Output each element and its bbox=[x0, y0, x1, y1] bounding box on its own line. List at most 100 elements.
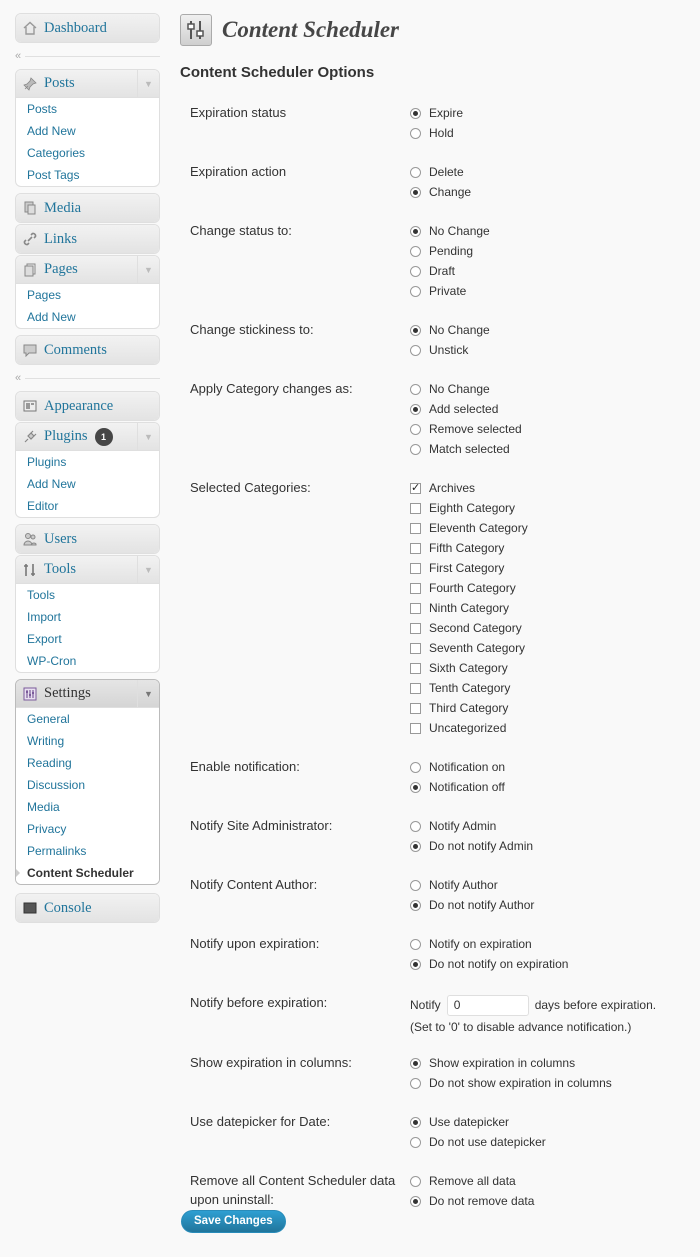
radio-choice[interactable]: Add selected bbox=[410, 399, 690, 419]
radio-choice[interactable]: Private bbox=[410, 281, 690, 301]
radio-choice[interactable]: Change bbox=[410, 182, 690, 202]
radio-button[interactable] bbox=[410, 899, 421, 911]
submenu-item[interactable]: WP-Cron bbox=[16, 650, 159, 672]
menu-head-pages[interactable]: Pages ▼ bbox=[16, 256, 159, 284]
radio-button[interactable] bbox=[410, 265, 421, 277]
radio-button[interactable] bbox=[410, 225, 421, 237]
submenu-item[interactable]: Pages bbox=[16, 284, 159, 306]
radio-button[interactable] bbox=[410, 443, 421, 455]
checkbox[interactable] bbox=[410, 682, 421, 694]
checkbox[interactable] bbox=[410, 702, 421, 714]
menu-links[interactable]: Links bbox=[15, 224, 160, 254]
menu-plugins[interactable]: Plugins 1 ▼ Plugins Add New Editor bbox=[15, 422, 160, 518]
submenu-item[interactable]: Editor bbox=[16, 495, 159, 517]
radio-choice[interactable]: No Change bbox=[410, 221, 690, 241]
radio-choice[interactable]: Unstick bbox=[410, 340, 690, 360]
menu-pages[interactable]: Pages ▼ Pages Add New bbox=[15, 255, 160, 329]
chevron-down-icon[interactable]: ▼ bbox=[137, 70, 159, 97]
radio-button[interactable] bbox=[410, 423, 421, 435]
menu-dashboard[interactable]: Dashboard bbox=[15, 13, 160, 43]
radio-choice[interactable]: Do not notify Author bbox=[410, 895, 690, 915]
radio-button[interactable] bbox=[410, 1136, 421, 1148]
submenu-item[interactable]: Reading bbox=[16, 752, 159, 774]
radio-button[interactable] bbox=[410, 107, 421, 119]
menu-head-settings[interactable]: Settings ▼ bbox=[16, 680, 159, 708]
menu-appearance[interactable]: Appearance bbox=[15, 391, 160, 421]
radio-choice[interactable]: Show expiration in columns bbox=[410, 1053, 690, 1073]
checkbox-choice[interactable]: Tenth Category bbox=[410, 678, 690, 698]
radio-choice[interactable]: Notification on bbox=[410, 757, 690, 777]
checkbox[interactable] bbox=[410, 542, 421, 554]
checkbox[interactable] bbox=[410, 522, 421, 534]
menu-head-comments[interactable]: Comments bbox=[16, 336, 159, 364]
menu-console[interactable]: Console bbox=[15, 893, 160, 923]
checkbox-choice[interactable]: Uncategorized bbox=[410, 718, 690, 738]
checkbox-choice[interactable]: Sixth Category bbox=[410, 658, 690, 678]
chevron-down-icon[interactable]: ▼ bbox=[137, 256, 159, 283]
menu-head-dashboard[interactable]: Dashboard bbox=[16, 14, 159, 42]
submenu-item[interactable]: Privacy bbox=[16, 818, 159, 840]
radio-button[interactable] bbox=[410, 285, 421, 297]
checkbox[interactable] bbox=[410, 562, 421, 574]
checkbox-choice[interactable]: Eighth Category bbox=[410, 498, 690, 518]
radio-choice[interactable]: Expire bbox=[410, 103, 690, 123]
submenu-item[interactable]: Import bbox=[16, 606, 159, 628]
menu-comments[interactable]: Comments bbox=[15, 335, 160, 365]
radio-choice[interactable]: Do not use datepicker bbox=[410, 1132, 690, 1152]
radio-button[interactable] bbox=[410, 879, 421, 891]
radio-button[interactable] bbox=[410, 344, 421, 356]
radio-choice[interactable]: Remove selected bbox=[410, 419, 690, 439]
submenu-item[interactable]: Plugins bbox=[16, 451, 159, 473]
checkbox[interactable] bbox=[410, 642, 421, 654]
submenu-item[interactable]: Media bbox=[16, 796, 159, 818]
menu-tools[interactable]: Tools ▼ Tools Import Export WP-Cron bbox=[15, 555, 160, 673]
chevron-down-icon[interactable]: ▼ bbox=[137, 556, 159, 583]
menu-users[interactable]: Users bbox=[15, 524, 160, 554]
save-changes-button[interactable]: Save Changes bbox=[181, 1210, 286, 1233]
radio-button[interactable] bbox=[410, 1077, 421, 1089]
menu-head-links[interactable]: Links bbox=[16, 225, 159, 253]
menu-head-media[interactable]: Media bbox=[16, 194, 159, 222]
submenu-item[interactable]: Export bbox=[16, 628, 159, 650]
checkbox-choice[interactable]: Seventh Category bbox=[410, 638, 690, 658]
submenu-item[interactable]: Add New bbox=[16, 473, 159, 495]
checkbox[interactable]: ✓ bbox=[410, 482, 421, 494]
submenu-item[interactable]: Posts bbox=[16, 98, 159, 120]
submenu-item[interactable]: Discussion bbox=[16, 774, 159, 796]
radio-button[interactable] bbox=[410, 383, 421, 395]
radio-choice[interactable]: Delete bbox=[410, 162, 690, 182]
checkbox-choice[interactable]: Fifth Category bbox=[410, 538, 690, 558]
menu-head-posts[interactable]: Posts ▼ bbox=[16, 70, 159, 98]
menu-head-plugins[interactable]: Plugins 1 ▼ bbox=[16, 423, 159, 451]
checkbox[interactable] bbox=[410, 662, 421, 674]
menu-posts[interactable]: Posts ▼ Posts Add New Categories Post Ta… bbox=[15, 69, 160, 187]
notify-days-input[interactable] bbox=[446, 994, 529, 1016]
radio-choice[interactable]: Notification off bbox=[410, 777, 690, 797]
checkbox[interactable] bbox=[410, 602, 421, 614]
submenu-item-current[interactable]: Content Scheduler bbox=[16, 862, 159, 884]
menu-head-appearance[interactable]: Appearance bbox=[16, 392, 159, 420]
radio-choice[interactable]: Draft bbox=[410, 261, 690, 281]
radio-choice[interactable]: Notify Author bbox=[410, 875, 690, 895]
submenu-item[interactable]: Permalinks bbox=[16, 840, 159, 862]
submenu-item[interactable]: General bbox=[16, 708, 159, 730]
radio-choice[interactable]: No Change bbox=[410, 320, 690, 340]
checkbox-choice[interactable]: Ninth Category bbox=[410, 598, 690, 618]
submenu-item[interactable]: Categories bbox=[16, 142, 159, 164]
radio-button[interactable] bbox=[410, 1175, 421, 1187]
radio-button[interactable] bbox=[410, 166, 421, 178]
radio-button[interactable] bbox=[410, 127, 421, 139]
radio-choice[interactable]: Notify on expiration bbox=[410, 934, 690, 954]
radio-choice[interactable]: Notify Admin bbox=[410, 816, 690, 836]
submenu-item[interactable]: Add New bbox=[16, 306, 159, 328]
menu-settings[interactable]: Settings ▼ General Writing Reading Discu… bbox=[15, 679, 160, 885]
radio-button[interactable] bbox=[410, 958, 421, 970]
chevron-down-icon[interactable]: ▼ bbox=[137, 423, 159, 450]
radio-choice[interactable]: Do not show expiration in columns bbox=[410, 1073, 690, 1093]
radio-choice[interactable]: Do not notify Admin bbox=[410, 836, 690, 856]
radio-choice[interactable]: Do not notify on expiration bbox=[410, 954, 690, 974]
radio-button[interactable] bbox=[410, 938, 421, 950]
radio-button[interactable] bbox=[410, 1116, 421, 1128]
radio-button[interactable] bbox=[410, 1057, 421, 1069]
chevron-down-icon[interactable]: ▼ bbox=[137, 680, 159, 707]
